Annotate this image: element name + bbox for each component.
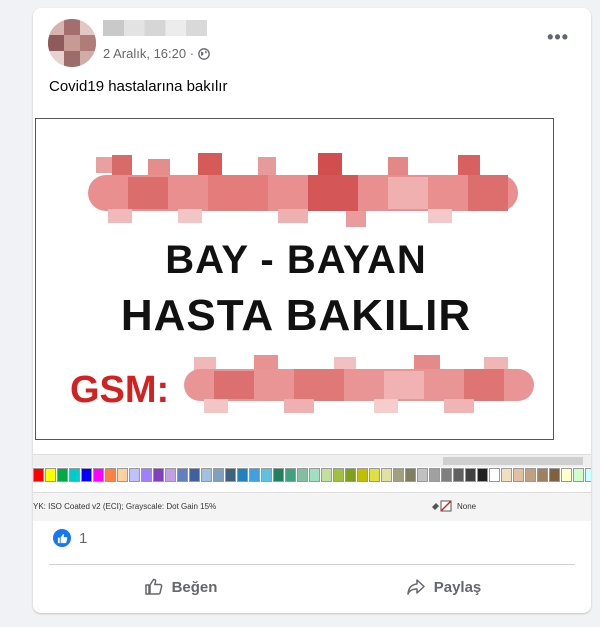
redacted-text-top: [88, 149, 518, 229]
color-swatch[interactable]: [513, 468, 524, 482]
color-swatch[interactable]: [297, 468, 308, 482]
sign-line-2: HASTA BAKILIR: [120, 291, 472, 340]
color-swatch[interactable]: [429, 468, 440, 482]
like-button[interactable]: Beğen: [49, 570, 312, 604]
sign-gsm-label: GSM:: [70, 369, 170, 411]
share-label: Paylaş: [433, 578, 482, 596]
like-icon: [53, 529, 71, 547]
post-actions: Beğen Paylaş: [49, 570, 575, 604]
sign-document: BAY - BAYAN HASTA BAKILIR GSM:: [35, 118, 554, 440]
color-profile-text: YK: ISO Coated v2 (ECI); Grayscale: Dot …: [33, 502, 217, 511]
color-swatch[interactable]: [33, 468, 44, 482]
globe-icon: [198, 47, 210, 60]
more-options-button[interactable]: •••: [547, 28, 569, 46]
color-swatch[interactable]: [525, 468, 536, 482]
post-card: 2 Aralık, 16:20 · ••• Covid19 hastaların…: [33, 8, 591, 613]
color-swatch[interactable]: [393, 468, 404, 482]
color-swatch[interactable]: [141, 468, 152, 482]
fill-none-icon: [432, 500, 452, 512]
color-palette[interactable]: [33, 468, 591, 484]
color-swatch[interactable]: [225, 468, 236, 482]
reaction-count: 1: [79, 529, 88, 547]
color-swatch[interactable]: [273, 468, 284, 482]
share-button[interactable]: Paylaş: [312, 570, 575, 604]
color-swatch[interactable]: [81, 468, 92, 482]
color-swatch[interactable]: [333, 468, 344, 482]
reaction-summary[interactable]: 1: [53, 529, 87, 547]
color-swatch[interactable]: [165, 468, 176, 482]
editor-status-bar: YK: ISO Coated v2 (ECI); Grayscale: Dot …: [33, 492, 591, 521]
color-swatch[interactable]: [357, 468, 368, 482]
color-swatch[interactable]: [321, 468, 332, 482]
color-swatch[interactable]: [465, 468, 476, 482]
color-swatch[interactable]: [345, 468, 356, 482]
post-caption: Covid19 hastalarına bakılır: [49, 78, 228, 95]
color-swatch[interactable]: [381, 468, 392, 482]
color-swatch[interactable]: [201, 468, 212, 482]
color-swatch[interactable]: [537, 468, 548, 482]
color-swatch[interactable]: [213, 468, 224, 482]
color-swatch[interactable]: [69, 468, 80, 482]
action-divider: [49, 564, 575, 565]
color-swatch[interactable]: [93, 468, 104, 482]
color-swatch[interactable]: [501, 468, 512, 482]
color-swatch[interactable]: [417, 468, 428, 482]
color-swatch[interactable]: [489, 468, 500, 482]
sign-line-1: BAY - BAYAN: [165, 238, 427, 282]
post-timestamp[interactable]: 2 Aralık, 16:20 ·: [103, 46, 194, 61]
post-meta: 2 Aralık, 16:20 ·: [103, 46, 210, 61]
color-swatch[interactable]: [369, 468, 380, 482]
color-swatch[interactable]: [177, 468, 188, 482]
color-swatch[interactable]: [153, 468, 164, 482]
color-swatch[interactable]: [309, 468, 320, 482]
color-swatch[interactable]: [105, 468, 116, 482]
color-swatch[interactable]: [57, 468, 68, 482]
color-swatch[interactable]: [117, 468, 128, 482]
color-swatch[interactable]: [585, 468, 591, 482]
color-swatch[interactable]: [561, 468, 572, 482]
color-swatch[interactable]: [453, 468, 464, 482]
color-swatch[interactable]: [45, 468, 56, 482]
color-swatch[interactable]: [261, 468, 272, 482]
color-swatch[interactable]: [549, 468, 560, 482]
color-swatch[interactable]: [285, 468, 296, 482]
color-swatch[interactable]: [441, 468, 452, 482]
avatar[interactable]: [48, 19, 96, 67]
color-swatch[interactable]: [405, 468, 416, 482]
post-image[interactable]: BAY - BAYAN HASTA BAKILIR GSM: YK: ISO C…: [33, 116, 591, 522]
redacted-phone-number: [184, 355, 534, 415]
color-swatch[interactable]: [189, 468, 200, 482]
thumbs-up-icon: [144, 578, 163, 595]
color-swatch[interactable]: [477, 468, 488, 482]
color-swatch[interactable]: [573, 468, 584, 482]
like-label: Beğen: [171, 578, 218, 596]
color-swatch[interactable]: [129, 468, 140, 482]
fill-none-label: None: [457, 501, 477, 511]
scrollbar-thumb[interactable]: [443, 457, 583, 465]
color-swatch[interactable]: [237, 468, 248, 482]
color-swatch[interactable]: [249, 468, 260, 482]
author-name-redacted[interactable]: [103, 20, 207, 36]
horizontal-scrollbar[interactable]: [33, 454, 591, 467]
share-arrow-icon: [406, 579, 425, 595]
